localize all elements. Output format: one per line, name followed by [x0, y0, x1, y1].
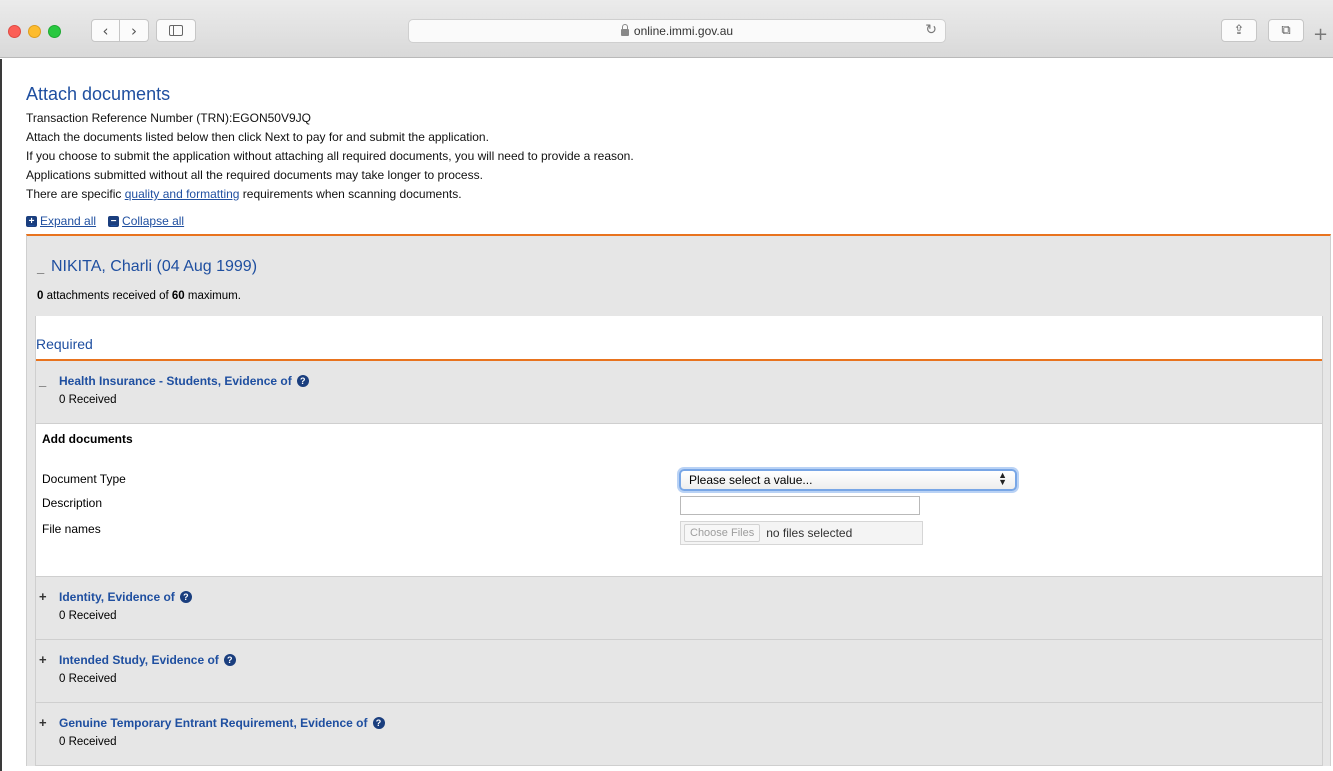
document-section-genuine-temporary-entrant[interactable]: + Genuine Temporary Entrant Requirement,…: [36, 703, 1322, 766]
instruction-line: Attach the documents listed below then c…: [26, 130, 489, 144]
quality-suffix: requirements when scanning documents.: [239, 187, 462, 201]
expand-toggle[interactable]: +: [36, 715, 59, 730]
document-type-value: Please select a value...: [689, 473, 813, 487]
forward-button[interactable]: ›: [120, 19, 149, 42]
section-title[interactable]: + Identity, Evidence of ?: [36, 589, 1322, 604]
section-title-text: Identity, Evidence of: [59, 589, 175, 604]
expand-all-label: Expand all: [40, 214, 97, 228]
file-status: no files selected: [766, 526, 853, 540]
section-title-text: Genuine Temporary Entrant Requirement, E…: [59, 715, 368, 730]
share-icon: ⇪: [1233, 23, 1245, 38]
add-documents-form: Add documents Document Type Description …: [36, 424, 1322, 577]
url-text: online.immi.gov.au: [633, 24, 734, 38]
received-mid: attachments received of: [43, 290, 172, 302]
collapse-toggle[interactable]: _: [36, 373, 59, 388]
received-suffix: maximum.: [184, 290, 241, 302]
add-documents-title: Add documents: [42, 432, 133, 446]
sidebar-toggle-button[interactable]: [156, 19, 196, 42]
close-window-button[interactable]: [8, 25, 21, 38]
description-label: Description: [42, 496, 103, 510]
expand-toggle[interactable]: +: [36, 589, 59, 604]
document-type-select[interactable]: Please select a value... ▲ ▼: [679, 469, 1017, 491]
page-title: Attach documents: [26, 84, 171, 104]
document-section-identity[interactable]: + Identity, Evidence of ? 0 Received: [36, 577, 1322, 640]
minus-square-icon: −: [108, 215, 120, 227]
chevron-left-icon: ‹: [102, 21, 109, 40]
choose-files-button[interactable]: Choose Files: [684, 524, 761, 542]
help-icon[interactable]: ?: [179, 590, 192, 603]
help-icon[interactable]: ?: [372, 716, 385, 729]
instruction-line: Applications submitted without all the r…: [26, 168, 483, 182]
section-title[interactable]: + Intended Study, Evidence of ?: [36, 652, 1322, 667]
section-title[interactable]: + Genuine Temporary Entrant Requirement,…: [36, 715, 1322, 730]
expand-toggle[interactable]: +: [36, 652, 59, 667]
sidebar-icon: [169, 25, 183, 36]
file-input[interactable]: Choose Files no files selected: [680, 521, 923, 545]
collapse-toggle[interactable]: _: [37, 260, 51, 275]
document-section-health-insurance[interactable]: _ Health Insurance - Students, Evidence …: [36, 361, 1322, 424]
minimize-window-button[interactable]: [28, 25, 41, 38]
trn-line: Transaction Reference Number (TRN):EGON5…: [26, 111, 311, 125]
description-input[interactable]: [680, 496, 920, 515]
document-section-intended-study[interactable]: + Intended Study, Evidence of ? 0 Receiv…: [36, 640, 1322, 703]
show-tabs-button[interactable]: ⧉: [1268, 19, 1304, 42]
maximize-window-button[interactable]: [48, 25, 61, 38]
applicant-name-text: NIKITA, Charli (04 Aug 1999): [51, 258, 258, 275]
select-arrows-icon: ▲ ▼: [998, 470, 1007, 487]
file-names-label: File names: [42, 522, 101, 536]
history-navigation: ‹ ›: [91, 19, 149, 42]
applicant-header[interactable]: _ NIKITA, Charli (04 Aug 1999) 0 attachm…: [27, 236, 1330, 316]
help-icon[interactable]: ?: [296, 374, 309, 387]
section-title[interactable]: _ Health Insurance - Students, Evidence …: [36, 373, 1322, 388]
section-title-text: Intended Study, Evidence of: [59, 652, 219, 667]
collapse-all-link[interactable]: − Collapse all: [108, 214, 184, 228]
attachment-count: 0 attachments received of 60 maximum.: [37, 290, 1320, 302]
new-tab-button[interactable]: +: [1313, 24, 1328, 45]
required-heading: Required: [36, 336, 93, 352]
section-received: 0 Received: [59, 736, 117, 748]
plus-square-icon: +: [26, 215, 37, 227]
back-button[interactable]: ‹: [91, 19, 120, 42]
applicant-block: _ NIKITA, Charli (04 Aug 1999) 0 attachm…: [26, 234, 1331, 766]
quality-line: There are specific quality and formattin…: [26, 185, 1331, 204]
help-icon[interactable]: ?: [223, 653, 236, 666]
expand-collapse-controls: + Expand all − Collapse all: [26, 214, 1331, 228]
tabs-icon: ⧉: [1281, 23, 1291, 38]
documents-panel: Required _ Health Insurance - Students, …: [35, 316, 1323, 766]
instruction-line: If you choose to submit the application …: [26, 149, 634, 163]
reload-icon[interactable]: ↻: [925, 22, 937, 38]
document-type-label: Document Type: [42, 472, 126, 486]
section-title-text: Health Insurance - Students, Evidence of: [59, 373, 292, 388]
lock-icon: [620, 23, 629, 36]
collapse-all-label: Collapse all: [122, 214, 185, 228]
plus-icon: +: [1313, 24, 1329, 45]
share-button[interactable]: ⇪: [1221, 19, 1257, 42]
applicant-name[interactable]: _ NIKITA, Charli (04 Aug 1999): [37, 258, 1320, 276]
chevron-right-icon: ›: [131, 21, 137, 40]
quality-formatting-link[interactable]: quality and formatting: [125, 187, 240, 201]
section-received: 0 Received: [59, 610, 117, 622]
address-bar[interactable]: online.immi.gov.au ↻: [408, 19, 946, 43]
section-received: 0 Received: [59, 394, 117, 406]
page-content: Attach documents Transaction Reference N…: [26, 83, 1331, 766]
web-page: Attach documents Transaction Reference N…: [0, 59, 1333, 771]
max-count: 60: [171, 290, 185, 302]
section-received: 0 Received: [59, 673, 117, 685]
expand-all-link[interactable]: + Expand all: [26, 214, 96, 228]
quality-prefix: There are specific: [26, 187, 125, 201]
browser-toolbar: ‹ › online.immi.gov.au ↻ ⇪ ⧉ +: [0, 0, 1333, 58]
